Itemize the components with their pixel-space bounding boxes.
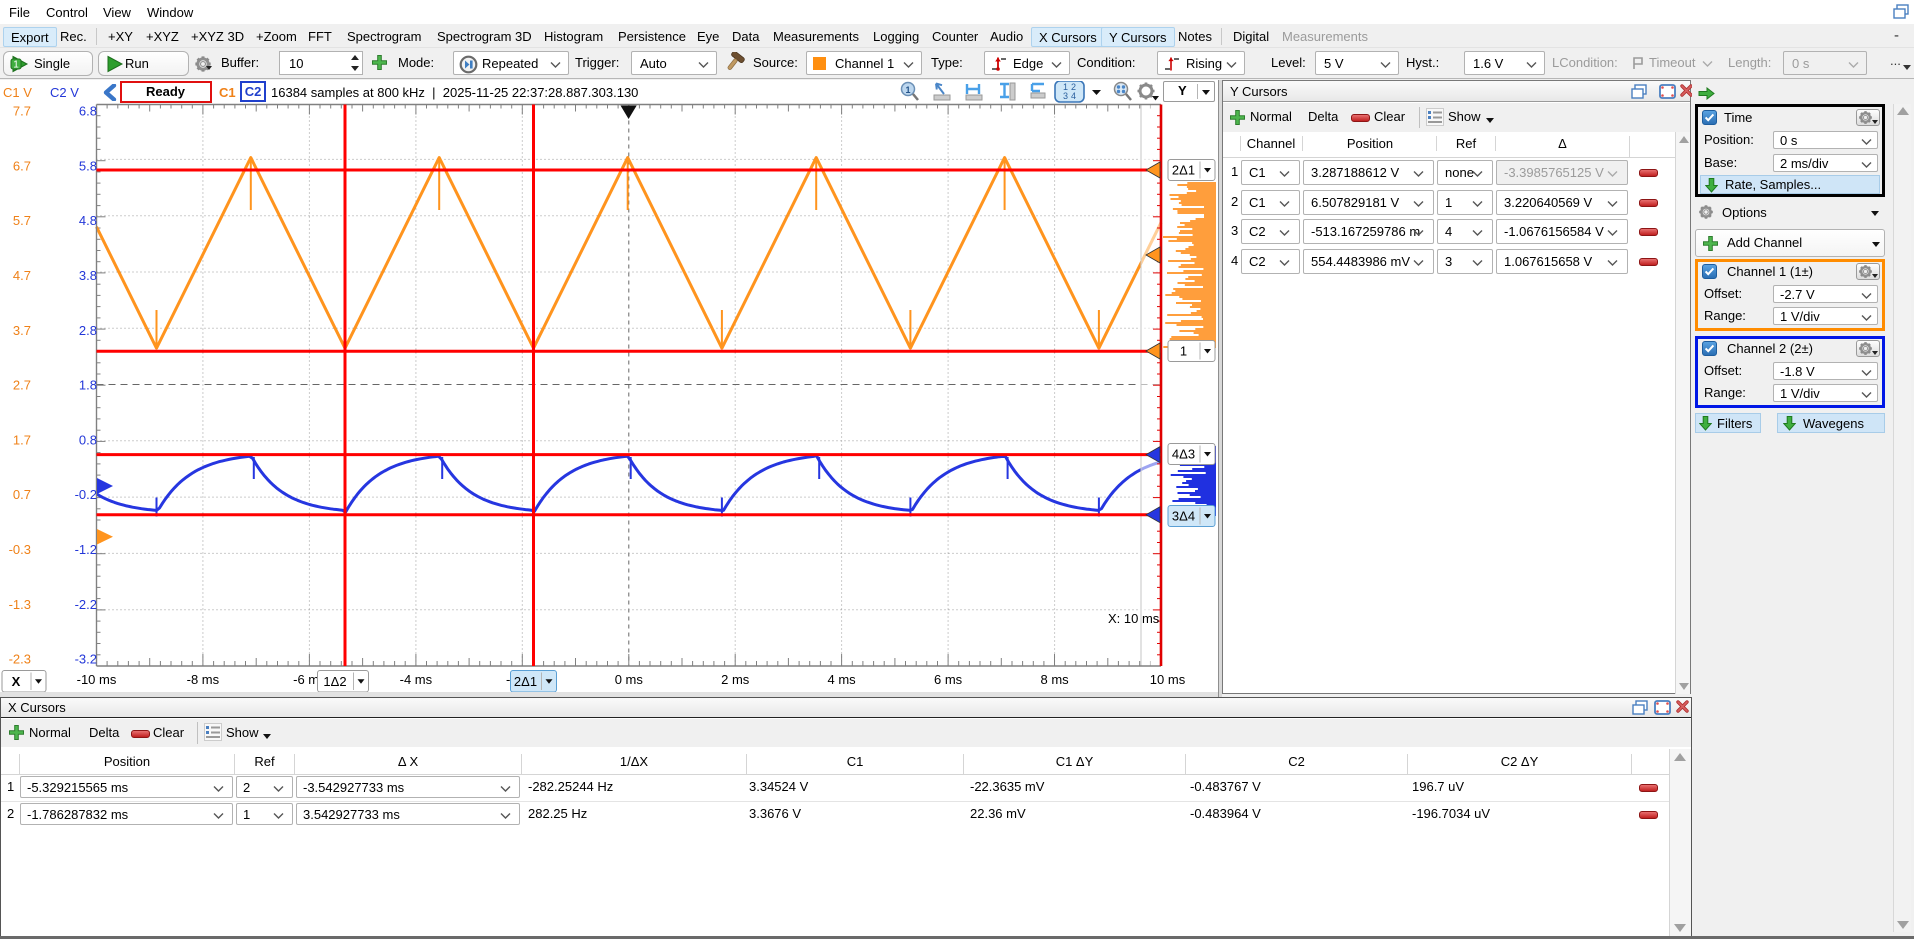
svg-text:2Δ1: 2Δ1 [1172, 163, 1195, 178]
svg-text:8 ms: 8 ms [1041, 672, 1070, 687]
svg-text:4 ms: 4 ms [828, 672, 857, 687]
svg-text:2 ms: 2 ms [721, 672, 750, 687]
svg-text:4.7: 4.7 [13, 268, 31, 283]
svg-text:3Δ4: 3Δ4 [1172, 509, 1195, 524]
svg-text:-2.2: -2.2 [75, 597, 97, 612]
svg-text:2Δ1: 2Δ1 [514, 674, 537, 689]
svg-text:2.8: 2.8 [79, 323, 97, 338]
svg-text:1.8: 1.8 [79, 378, 97, 393]
svg-text:1.7: 1.7 [13, 432, 31, 447]
svg-text:-0.3: -0.3 [9, 542, 31, 557]
svg-text:7.7: 7.7 [13, 104, 31, 119]
svg-text:4Δ3: 4Δ3 [1172, 447, 1195, 462]
svg-text:-1.3: -1.3 [9, 597, 31, 612]
svg-text:4.8: 4.8 [79, 213, 97, 228]
svg-text:X: X [12, 674, 21, 689]
svg-text:-4 ms: -4 ms [400, 672, 433, 687]
svg-text:5.8: 5.8 [79, 158, 97, 173]
svg-text:10 ms: 10 ms [1150, 672, 1186, 687]
svg-text:-1.2: -1.2 [75, 542, 97, 557]
svg-text:0 ms: 0 ms [615, 672, 644, 687]
svg-text:-2.3: -2.3 [9, 652, 31, 667]
svg-text:1: 1 [1180, 344, 1187, 359]
svg-text:0.8: 0.8 [79, 432, 97, 447]
svg-text:6 ms: 6 ms [934, 672, 963, 687]
svg-text:2.7: 2.7 [13, 378, 31, 393]
svg-text:1Δ2: 1Δ2 [323, 674, 346, 689]
svg-text:3.7: 3.7 [13, 323, 31, 338]
svg-text:-8 ms: -8 ms [187, 672, 220, 687]
svg-text:3.8: 3.8 [79, 268, 97, 283]
svg-text:1: 1 [13, 60, 19, 71]
svg-text:-3.2: -3.2 [75, 652, 97, 667]
svg-text:6.8: 6.8 [79, 104, 97, 119]
svg-text:-10 ms: -10 ms [77, 672, 117, 687]
svg-text:-0.2: -0.2 [75, 487, 97, 502]
svg-text:X: 10 ms: X: 10 ms [1108, 611, 1160, 626]
svg-text:6.7: 6.7 [13, 158, 31, 173]
svg-text:0.7: 0.7 [13, 487, 31, 502]
svg-text:5.7: 5.7 [13, 213, 31, 228]
